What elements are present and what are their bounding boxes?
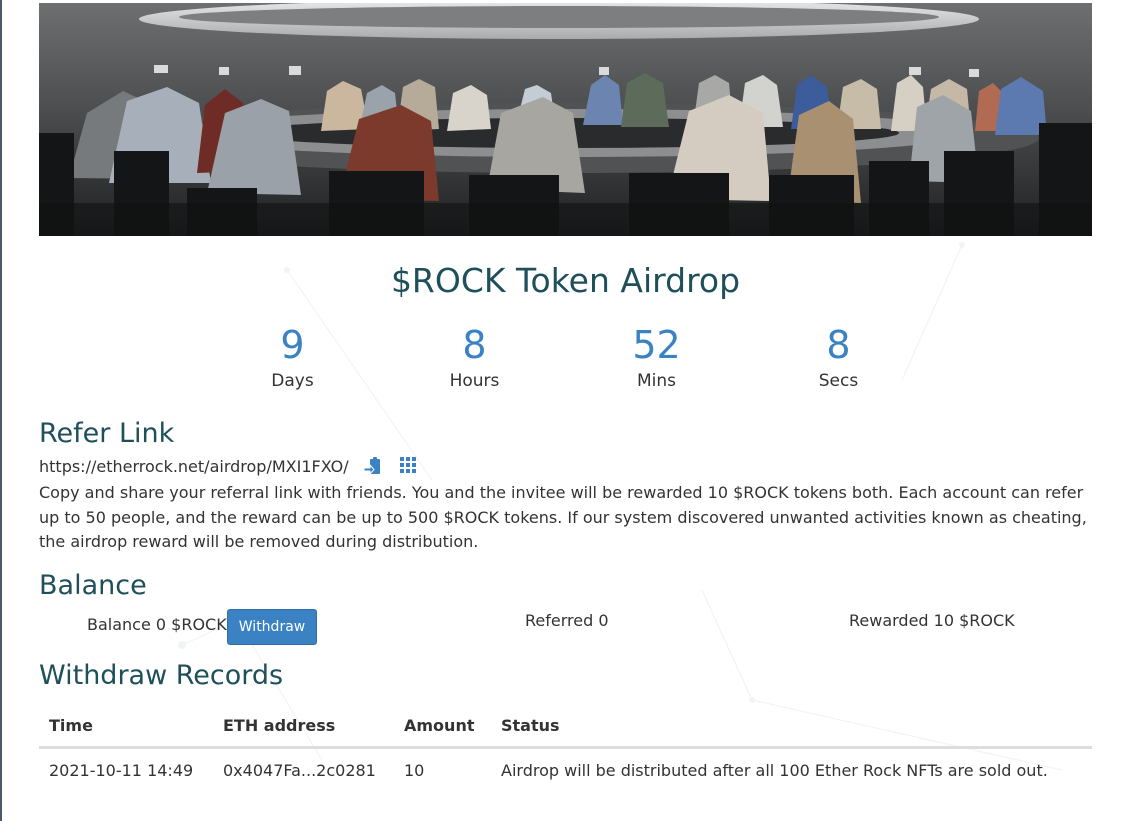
countdown-secs: 8 Secs [748, 324, 930, 392]
table-header-row: Time ETH address Amount Status [39, 711, 1092, 749]
withdraw-records-heading: Withdraw Records [39, 659, 284, 691]
refer-link-row: https://etherrock.net/airdrop/MXI1FXO/ [39, 455, 1092, 477]
countdown-value: 8 [462, 323, 487, 367]
referral-url[interactable]: https://etherrock.net/airdrop/MXI1FXO/ [39, 457, 349, 476]
cell-amount: 10 [404, 760, 425, 780]
countdown-label: Hours [449, 371, 500, 391]
column-header-time: Time [39, 711, 213, 749]
page-title: $ROCK Token Airdrop [390, 261, 741, 300]
countdown-hours: 8 Hours [384, 324, 566, 392]
countdown-label: Secs [818, 371, 859, 391]
countdown-label: Days [271, 371, 314, 391]
main-content: $ROCK Token Airdrop 9 Days 8 Hours 52 Mi… [39, 3, 1092, 788]
balance-row: Balance 0 $ROCK Withdraw Referred 0 Rewa… [39, 607, 1092, 647]
rewarded-amount: Rewarded 10 $ROCK [849, 610, 1015, 630]
cell-eth-address: 0x4047Fa...2c0281 [223, 760, 376, 780]
countdown-value: 9 [280, 323, 305, 367]
countdown-label: Mins [636, 371, 677, 391]
withdraw-records-table: Time ETH address Amount Status 2021-10-1… [39, 711, 1092, 788]
cell-status: Airdrop will be distributed after all 10… [501, 760, 1048, 780]
qr-code-icon[interactable] [397, 456, 421, 476]
countdown-mins: 52 Mins [566, 324, 748, 392]
refer-link-heading: Refer Link [39, 418, 175, 449]
referral-description: Copy and share your referral link with f… [39, 483, 1087, 551]
table-row: 2021-10-11 14:49 0x4047Fa...2c0281 10 Ai… [39, 747, 1092, 788]
rock-council-illustration [39, 3, 1092, 236]
column-header-amount: Amount [394, 711, 491, 749]
withdraw-button[interactable]: Withdraw [227, 608, 317, 645]
referred-count: Referred 0 [525, 610, 609, 630]
clipboard-icon[interactable] [361, 456, 385, 476]
cell-time: 2021-10-11 14:49 [49, 760, 194, 780]
countdown-days: 9 Days [202, 324, 384, 392]
column-header-status: Status [491, 711, 1092, 749]
balance-amount: Balance 0 $ROCK [87, 614, 227, 634]
countdown-timer: 9 Days 8 Hours 52 Mins 8 Secs [39, 324, 1092, 392]
countdown-value: 52 [632, 323, 681, 367]
balance-heading: Balance [39, 569, 147, 601]
column-header-eth-address: ETH address [213, 711, 394, 749]
page: $ROCK Token Airdrop 9 Days 8 Hours 52 Mi… [0, 0, 1121, 821]
banner-image [39, 3, 1092, 236]
countdown-value: 8 [826, 323, 851, 367]
